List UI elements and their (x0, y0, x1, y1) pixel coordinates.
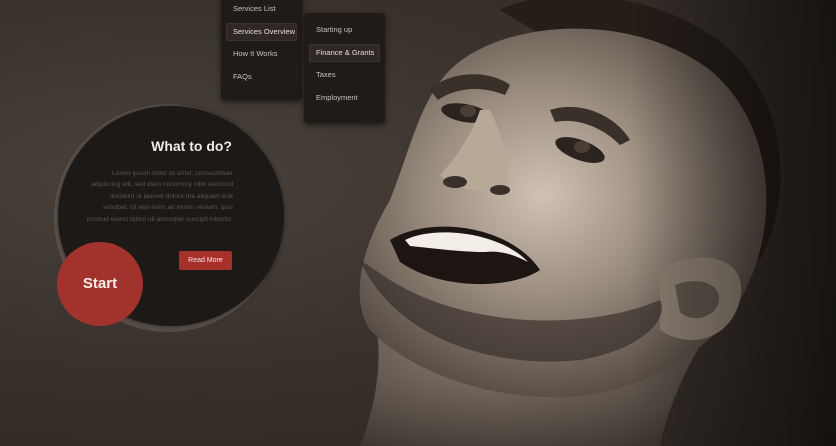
menu-item-faqs[interactable]: FAQs (226, 68, 297, 86)
overview-submenu: Starting up Finance & Grants Taxes Emplo… (304, 13, 385, 123)
menu-item-how-it-works[interactable]: How It Works (226, 45, 297, 63)
hero-stage: Services List Services Overview How It W… (0, 0, 836, 446)
services-menu: Services List Services Overview How It W… (221, 0, 302, 100)
promo-body-text: Lorem ipsum dolor sit amet, consectetuer… (86, 170, 233, 223)
menu-item-services-list[interactable]: Services List (226, 0, 297, 18)
menu-item-services-overview[interactable]: Services Overview (226, 22, 297, 41)
submenu-item-starting-up[interactable]: Starting up (309, 21, 380, 39)
hero-photo (359, 0, 836, 446)
submenu-item-employment[interactable]: Employment (309, 89, 380, 107)
start-button[interactable]: Start (57, 242, 143, 326)
read-more-button[interactable]: Read More (179, 251, 232, 270)
promo-title: What to do? (151, 138, 232, 154)
submenu-item-taxes[interactable]: Taxes (309, 66, 380, 84)
submenu-item-finance-grants[interactable]: Finance & Grants (309, 43, 380, 62)
